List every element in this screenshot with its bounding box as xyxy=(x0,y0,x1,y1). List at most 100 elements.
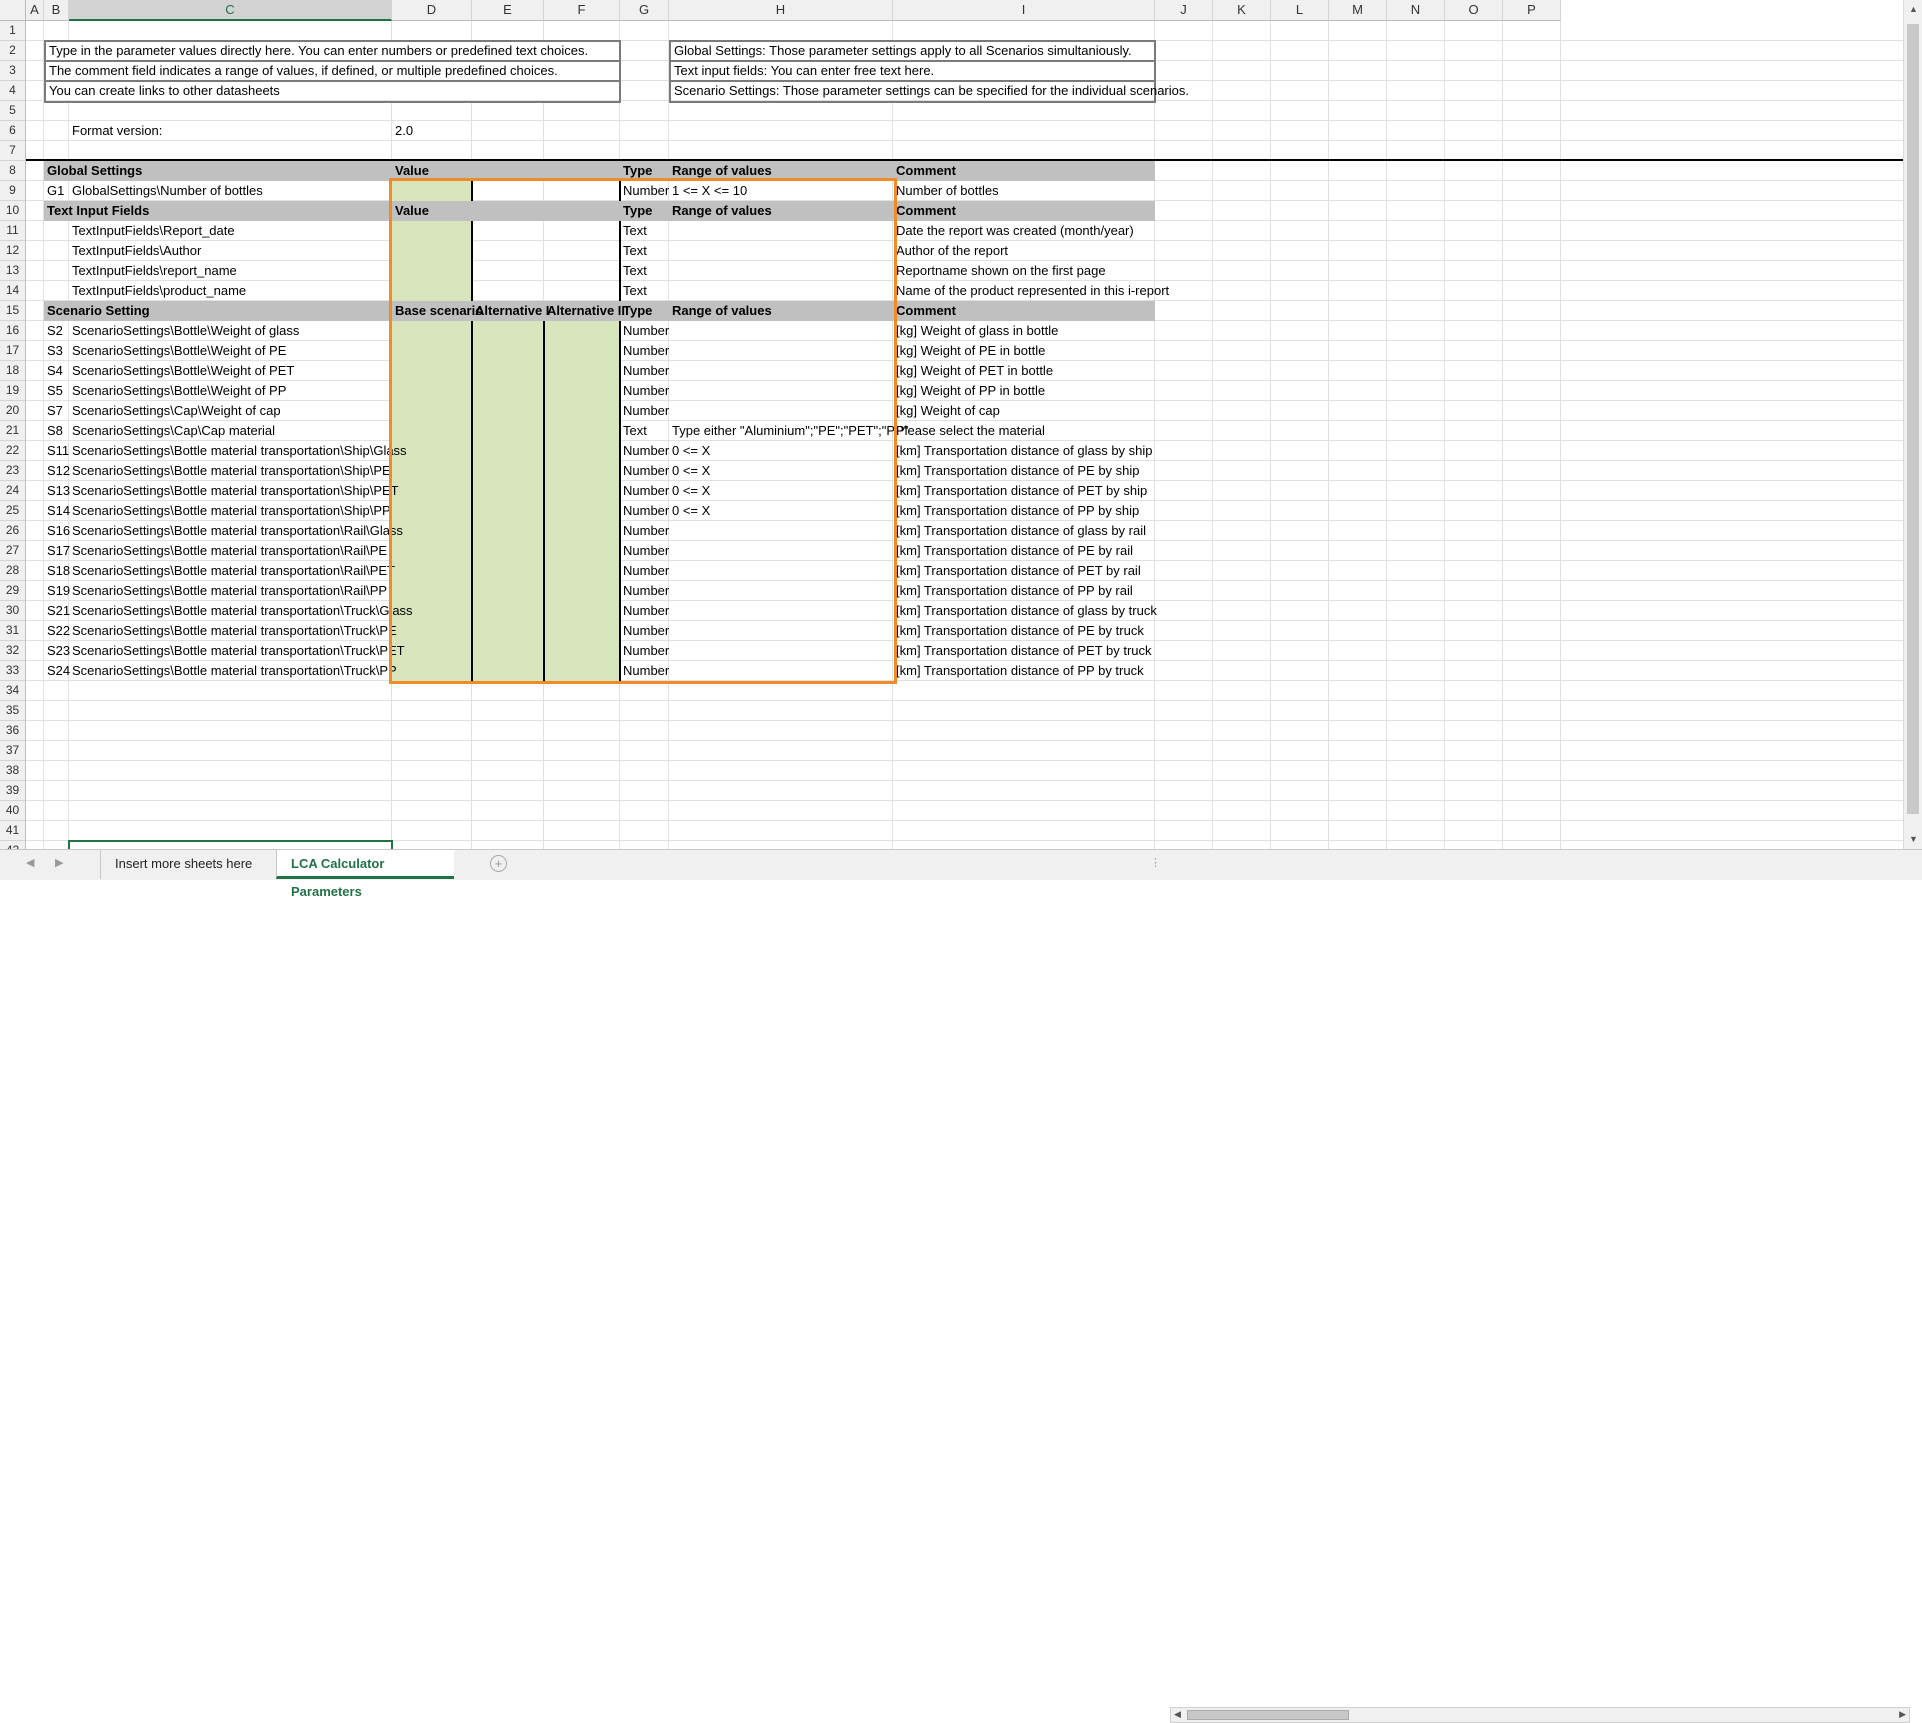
row-header[interactable]: 10 xyxy=(0,201,26,221)
row-header[interactable]: 25 xyxy=(0,501,26,521)
parameter-id: S17 xyxy=(47,543,71,558)
column-header[interactable]: C xyxy=(69,0,392,21)
scroll-down-icon[interactable]: ▼ xyxy=(1904,834,1922,844)
column-header[interactable]: A xyxy=(26,0,44,21)
row-header[interactable]: 13 xyxy=(0,261,26,281)
row-header[interactable]: 7 xyxy=(0,141,26,161)
row-header[interactable]: 14 xyxy=(0,281,26,301)
column-header[interactable]: E xyxy=(472,0,544,21)
column-header[interactable]: O xyxy=(1445,0,1503,21)
row-header[interactable]: 35 xyxy=(0,701,26,721)
parameter-name: ScenarioSettings\Bottle material transpo… xyxy=(72,643,405,658)
parameter-name: ScenarioSettings\Bottle\Weight of glass xyxy=(72,323,300,338)
row-header[interactable]: 16 xyxy=(0,321,26,341)
add-sheet-icon[interactable]: + xyxy=(490,855,507,872)
scroll-left-icon[interactable]: ◀ xyxy=(1174,1709,1181,1720)
parameter-comment: [km] Transportation distance of PP by sh… xyxy=(896,503,1140,518)
row-header[interactable]: 3 xyxy=(0,61,26,81)
column-header[interactable]: H xyxy=(669,0,893,21)
instruction-text: Type in the parameter values directly he… xyxy=(46,42,618,60)
row-header[interactable]: 40 xyxy=(0,801,26,821)
grid-row xyxy=(26,741,1903,761)
row-header[interactable]: 11 xyxy=(0,221,26,241)
tab-split-handle-icon[interactable]: ⋮ xyxy=(1150,856,1161,869)
gridline xyxy=(1270,21,1271,849)
tab-next-icon[interactable]: ▶ xyxy=(55,856,63,869)
format-version-value[interactable]: 2.0 xyxy=(392,121,413,141)
row-header[interactable]: 38 xyxy=(0,761,26,781)
row-header[interactable]: 5 xyxy=(0,101,26,121)
grid-row xyxy=(26,761,1903,781)
parameter-id: S24 xyxy=(47,663,71,678)
row-header[interactable]: 42 xyxy=(0,841,26,849)
scroll-up-icon[interactable]: ▲ xyxy=(1904,4,1922,14)
select-all-corner[interactable] xyxy=(0,0,26,21)
selected-cell[interactable] xyxy=(68,840,393,849)
row-header[interactable]: 21 xyxy=(0,421,26,441)
horizontal-scrollbar[interactable]: ◀ ▶ xyxy=(1170,1707,1910,1723)
column-header[interactable]: I xyxy=(893,0,1155,21)
parameter-name: ScenarioSettings\Bottle material transpo… xyxy=(72,483,399,498)
parameter-comment: [km] Transportation distance of PP by tr… xyxy=(896,663,1144,678)
column-header[interactable]: K xyxy=(1213,0,1271,21)
row-header[interactable]: 30 xyxy=(0,601,26,621)
row-header[interactable]: 18 xyxy=(0,361,26,381)
row-header[interactable]: 39 xyxy=(0,781,26,801)
row-header[interactable]: 34 xyxy=(0,681,26,701)
row-header[interactable]: 28 xyxy=(0,561,26,581)
gridline xyxy=(1502,21,1503,849)
parameter-comment: [km] Transportation distance of PET by r… xyxy=(896,563,1141,578)
vertical-scrollbar[interactable]: ▲ ▼ xyxy=(1903,0,1922,849)
column-header[interactable]: M xyxy=(1329,0,1387,21)
vertical-scroll-thumb[interactable] xyxy=(1907,24,1919,814)
row-header[interactable]: 8 xyxy=(0,161,26,181)
row-header[interactable]: 20 xyxy=(0,401,26,421)
parameter-comment: [km] Transportation distance of PP by ra… xyxy=(896,583,1133,598)
column-header[interactable]: N xyxy=(1387,0,1445,21)
row-header[interactable]: 2 xyxy=(0,41,26,61)
parameter-name: TextInputFields\product_name xyxy=(72,283,247,298)
column-header[interactable]: J xyxy=(1155,0,1213,21)
row-header[interactable]: 17 xyxy=(0,341,26,361)
sheet-tab[interactable]: Insert more sheets here xyxy=(100,850,268,879)
parameter-name: TextInputFields\Author xyxy=(72,243,202,258)
row-header[interactable]: 1 xyxy=(0,21,26,41)
column-header[interactable]: G xyxy=(620,0,669,21)
row-header[interactable]: 24 xyxy=(0,481,26,501)
grid-row xyxy=(26,121,1903,141)
row-header[interactable]: 26 xyxy=(0,521,26,541)
row-header[interactable]: 31 xyxy=(0,621,26,641)
column-header[interactable]: D xyxy=(392,0,472,21)
gridline xyxy=(1328,21,1329,849)
row-header[interactable]: 36 xyxy=(0,721,26,741)
row-header[interactable]: 37 xyxy=(0,741,26,761)
column-header[interactable]: F xyxy=(544,0,620,21)
row-header[interactable]: 27 xyxy=(0,541,26,561)
column-header[interactable]: L xyxy=(1271,0,1329,21)
row-header[interactable]: 19 xyxy=(0,381,26,401)
row-header[interactable]: 32 xyxy=(0,641,26,661)
parameter-comment: [km] Transportation distance of PE by tr… xyxy=(896,623,1144,638)
row-header[interactable]: 33 xyxy=(0,661,26,681)
column-header[interactable]: B xyxy=(44,0,69,21)
parameter-id: S16 xyxy=(47,523,71,538)
row-header[interactable]: 23 xyxy=(0,461,26,481)
row-header[interactable]: 9 xyxy=(0,181,26,201)
row-header[interactable]: 4 xyxy=(0,81,26,101)
tab-prev-icon[interactable]: ◀ xyxy=(26,856,34,869)
horizontal-scroll-thumb[interactable] xyxy=(1187,1710,1349,1720)
parameter-comment: Number of bottles xyxy=(896,183,999,198)
legend-text: Scenario Settings: Those parameter setti… xyxy=(671,82,1189,100)
row-header[interactable]: 22 xyxy=(0,441,26,461)
row-header[interactable]: 29 xyxy=(0,581,26,601)
sheet-tab[interactable]: LCA Calculator Parameters xyxy=(276,850,454,899)
row-header[interactable]: 15 xyxy=(0,301,26,321)
grid-row xyxy=(26,781,1903,801)
column-header[interactable]: P xyxy=(1503,0,1561,21)
row-header[interactable]: 6 xyxy=(0,121,26,141)
row-header[interactable]: 41 xyxy=(0,821,26,841)
scroll-right-icon[interactable]: ▶ xyxy=(1899,1709,1906,1720)
spreadsheet-grid[interactable]: A B C D E F G H I J K L M N O P 1 2 3 4 5 6 7 8 9 10 11 12 13 14 15 16 1… xyxy=(0,0,1903,849)
row-header[interactable]: 12 xyxy=(0,241,26,261)
parameter-name: ScenarioSettings\Bottle material transpo… xyxy=(72,663,397,678)
